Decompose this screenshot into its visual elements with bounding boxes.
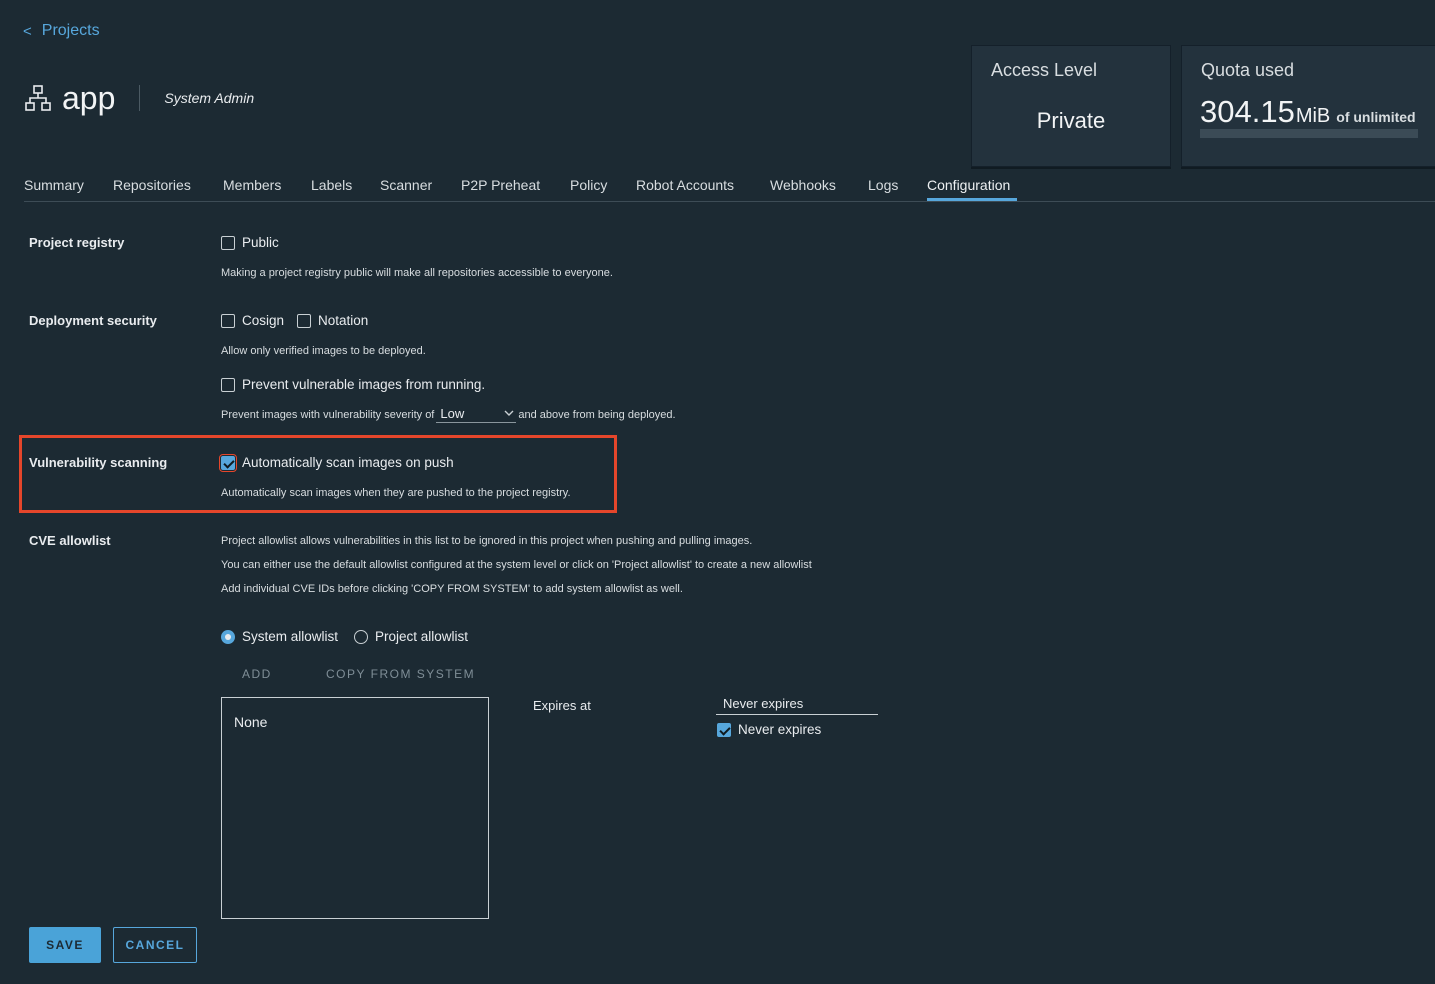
- allowlist-item: None: [234, 714, 268, 730]
- notation-checkbox-box[interactable]: [297, 313, 311, 328]
- expires-at-label: Expires at: [533, 698, 591, 713]
- project-allowlist-label: Project allowlist: [375, 629, 469, 644]
- tab-repositories[interactable]: Repositories: [113, 177, 191, 193]
- project-allowlist-radio[interactable]: Project allowlist: [354, 629, 468, 644]
- quota-value: 304.15 MiB of unlimited: [1200, 94, 1416, 130]
- active-tab-indicator: [927, 198, 1017, 201]
- project-name: app: [62, 80, 116, 116]
- quota-limit: of unlimited: [1336, 109, 1416, 125]
- system-allowlist-label: System allowlist: [242, 629, 339, 644]
- cosign-checkbox-box[interactable]: [221, 313, 235, 328]
- deployment-help: Allow only verified images to be deploye…: [221, 345, 426, 357]
- public-checkbox[interactable]: Public: [221, 235, 279, 250]
- expires-at-input[interactable]: Never expires: [716, 696, 878, 715]
- access-level-card: Access Level Private: [971, 45, 1171, 167]
- quota-card: Quota used 304.15 MiB of unlimited: [1181, 45, 1435, 167]
- tab-labels[interactable]: Labels: [311, 177, 352, 193]
- project-allowlist-radio-dot[interactable]: [354, 629, 368, 644]
- breadcrumb-label: Projects: [41, 22, 100, 39]
- severity-select[interactable]: Low: [436, 406, 517, 423]
- tab-p2p-preheat[interactable]: P2P Preheat: [461, 177, 540, 193]
- project-registry-label: Project registry: [29, 235, 125, 250]
- public-checkbox-box[interactable]: [221, 235, 235, 250]
- severity-row: Prevent images with vulnerability severi…: [221, 406, 676, 423]
- quota-unit: MiB: [1295, 105, 1331, 127]
- tab-webhooks[interactable]: Webhooks: [770, 177, 836, 193]
- access-level-title: Access Level: [991, 60, 1098, 80]
- quota-title: Quota used: [1201, 60, 1295, 80]
- auto-scan-checkbox-box[interactable]: [219, 453, 237, 472]
- cve-allowlist-label: CVE allowlist: [29, 533, 111, 548]
- cve-help-line-2: You can either use the default allowlist…: [221, 559, 812, 571]
- auto-scan-label: Automatically scan images on push: [242, 455, 454, 470]
- quota-progress-bar: [1200, 129, 1418, 138]
- prevent-vulnerable-checkbox[interactable]: Prevent vulnerable images from running.: [221, 377, 485, 392]
- never-expires-label: Never expires: [738, 722, 822, 737]
- tab-summary[interactable]: Summary: [24, 177, 84, 193]
- never-expires-checkbox-box[interactable]: [717, 722, 731, 737]
- project-tabs: Summary Repositories Members Labels Scan…: [24, 168, 1435, 202]
- auto-scan-checkbox[interactable]: Automatically scan images on push: [219, 453, 454, 472]
- deployment-security-label: Deployment security: [29, 313, 157, 328]
- project-hierarchy-icon: [25, 85, 51, 111]
- tab-robot-accounts[interactable]: Robot Accounts: [636, 177, 734, 193]
- auto-scan-help: Automatically scan images when they are …: [221, 487, 571, 499]
- prevent-vulnerable-label: Prevent vulnerable images from running.: [242, 377, 486, 392]
- header-divider: [139, 85, 141, 111]
- cosign-checkbox[interactable]: Cosign: [221, 313, 284, 328]
- never-expires-checkbox[interactable]: Never expires: [717, 722, 821, 737]
- quota-number: 304.15: [1200, 94, 1295, 129]
- public-help: Making a project registry public will ma…: [221, 267, 613, 279]
- system-allowlist-radio[interactable]: System allowlist: [221, 629, 338, 644]
- system-allowlist-radio-dot[interactable]: [221, 629, 235, 644]
- notation-label: Notation: [318, 313, 369, 328]
- vulnerability-scanning-label: Vulnerability scanning: [29, 455, 168, 470]
- access-level-value: Private: [1036, 108, 1106, 133]
- chevron-down-icon: [504, 410, 514, 416]
- allowlist-box: None: [221, 697, 489, 919]
- tab-logs[interactable]: Logs: [868, 177, 898, 193]
- public-label: Public: [242, 235, 279, 250]
- severity-value: Low: [440, 406, 465, 421]
- prevent-vulnerable-checkbox-box[interactable]: [221, 377, 235, 392]
- severity-prefix: Prevent images with vulnerability severi…: [221, 408, 435, 421]
- cve-help-line-3: Add individual CVE IDs before clicking '…: [221, 583, 683, 595]
- project-header: app System Admin: [24, 80, 254, 116]
- user-role: System Admin: [164, 90, 255, 106]
- copy-from-system-button[interactable]: COPY FROM SYSTEM: [326, 667, 475, 681]
- vulnerability-scanning-highlight: [19, 435, 617, 513]
- back-to-projects-link[interactable]: < Projects: [23, 22, 100, 40]
- tab-configuration[interactable]: Configuration: [927, 177, 1010, 193]
- chevron-left-icon: <: [23, 22, 32, 40]
- save-button[interactable]: SAVE: [29, 927, 101, 963]
- add-button[interactable]: ADD: [242, 667, 272, 681]
- tab-policy[interactable]: Policy: [570, 177, 607, 193]
- tab-scanner[interactable]: Scanner: [380, 177, 432, 193]
- tab-members[interactable]: Members: [223, 177, 281, 193]
- notation-checkbox[interactable]: Notation: [297, 313, 368, 328]
- cve-help-line-1: Project allowlist allows vulnerabilities…: [221, 535, 753, 547]
- cancel-button[interactable]: CANCEL: [113, 927, 197, 963]
- severity-suffix: and above from being deployed.: [518, 408, 676, 421]
- cosign-label: Cosign: [242, 313, 285, 328]
